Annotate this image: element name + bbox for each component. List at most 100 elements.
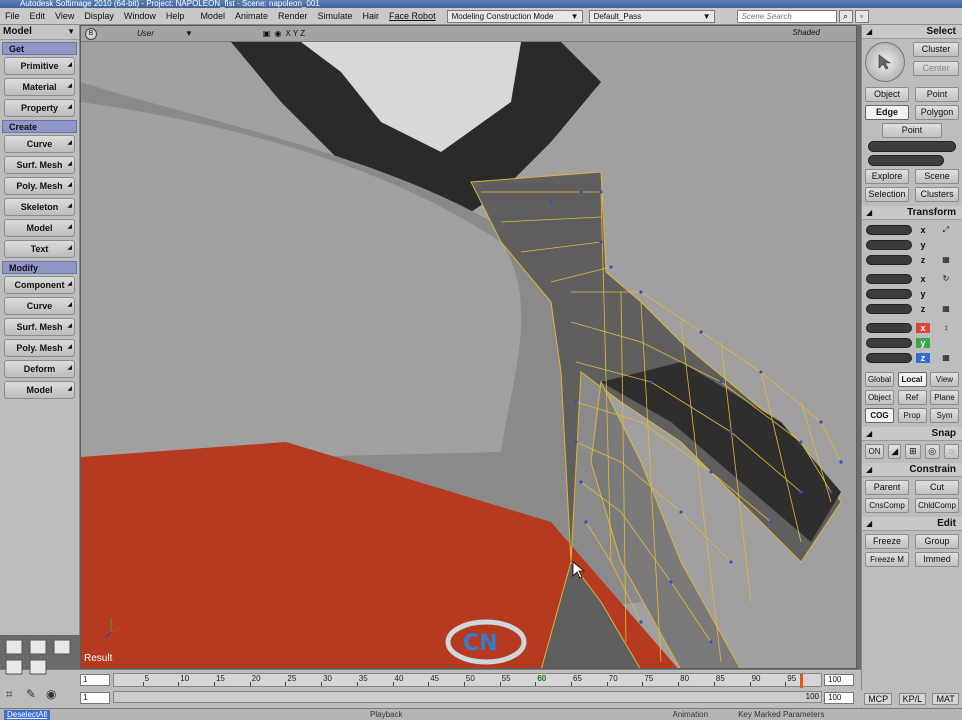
section-create[interactable]: Create [2,120,77,133]
menu-face-robot[interactable]: Face Robot [384,11,441,21]
cog-button[interactable]: COG [865,408,894,423]
create-curve-button[interactable]: Curve ◢ [4,135,75,153]
scale-z-field[interactable] [866,254,912,265]
rotate-x-field[interactable] [866,273,912,284]
selection-button[interactable]: Selection [865,187,909,202]
timeline-start-field[interactable]: 1 [80,674,110,686]
create-surf-mesh-button[interactable]: Surf. Mesh ◢ [4,156,75,174]
axis-z-label[interactable]: z [916,352,930,363]
snap-panel-header[interactable]: ◢ Snap [862,427,962,441]
scale-icon[interactable]: ⤢ [940,225,952,235]
eye-icon[interactable]: ◉ [274,29,281,38]
prop-button[interactable]: Prop [897,408,927,423]
hierarchy-icon[interactable]: ⌗ [6,687,13,701]
search-options-icon[interactable]: ▫ [854,9,869,23]
create-text-button[interactable]: Text ◢ [4,240,75,258]
create-skeleton-button[interactable]: Skeleton ◢ [4,198,75,216]
menu-display[interactable]: Display [79,11,119,21]
timeline-range-end-field[interactable]: 100 [824,692,854,704]
transform-panel-header[interactable]: ◢ Transform [862,206,962,220]
search-icon[interactable]: ⌕ [838,9,853,23]
playhead[interactable] [799,674,803,688]
primitive-button[interactable]: Primitive ◢ [4,57,75,75]
selection-text-field[interactable] [868,141,956,152]
pass-dropdown[interactable]: Default_Pass ▼ [588,9,715,23]
timeline-end-field[interactable]: 100 [824,674,854,686]
translate-y-field[interactable] [866,337,912,348]
timeline-range-start-field[interactable]: 1 [80,692,110,704]
pencil-icon[interactable]: ✎ [26,687,36,701]
object-select-button[interactable]: Object [865,87,909,102]
layout-quad-icon[interactable] [5,639,23,655]
center-button[interactable]: Center [913,61,959,76]
range-slider[interactable]: 100 [113,691,822,703]
global-button[interactable]: Global [865,372,894,387]
shading-mode-menu[interactable]: Shaded [792,28,820,37]
edit-panel-header[interactable]: ◢ Edit [862,517,962,531]
axis-z-label[interactable]: z [916,255,930,265]
tab-mcp[interactable]: MCP [864,692,893,705]
point-select-button[interactable]: Point [915,87,959,102]
deselect-all-command[interactable]: DeselectAll [4,709,51,720]
snap-curve-icon[interactable]: ◌ [943,444,959,459]
layout-vertical-icon[interactable] [5,659,23,675]
cut-button[interactable]: Cut [915,480,959,495]
snap-on-button[interactable]: ON [865,444,884,459]
axes-label[interactable]: X Y Z [285,29,305,38]
snap-point-icon[interactable]: ◎ [924,444,940,459]
timeline-ruler[interactable]: 5 10 15 20 25 30 35 40 45 50 55 60 65 70 75 80 85 90 95 60 [113,673,822,688]
construction-mode-dropdown[interactable]: Modeling Construction Mode ▼ [446,9,583,23]
key-marked-parameters-label[interactable]: Key Marked Parameters [738,710,824,719]
menu-animate[interactable]: Animate [230,11,273,21]
view-button[interactable]: View [930,372,959,387]
axis-y-label[interactable]: y [916,240,930,250]
menu-edit[interactable]: Edit [25,11,51,21]
scale-y-field[interactable] [866,239,912,250]
translate-z-field[interactable] [866,352,912,363]
constrain-panel-header[interactable]: ◢ Constrain [862,463,962,477]
edge-select-button[interactable]: Edge [865,105,909,120]
tab-mat[interactable]: MAT [932,692,959,705]
viewport-scene[interactable] [81,42,857,669]
axis-x-label[interactable]: x [916,225,930,235]
plane-button[interactable]: Plane [930,390,959,405]
ref-button[interactable]: Ref [897,390,927,405]
snap-grid-icon[interactable]: ⊞ [905,444,921,459]
chevron-down-icon[interactable]: ▼ [185,29,193,38]
point-select-button-2[interactable]: Point [882,123,942,138]
tab-kpl[interactable]: KP/L [898,692,927,705]
translate-icon[interactable]: ↕ [940,323,952,333]
cluster-button[interactable]: Cluster [913,42,959,57]
rotate-z-field[interactable] [866,303,912,314]
select-panel-header[interactable]: ◢ Select [862,25,962,39]
camera-menu[interactable]: User [137,29,185,38]
group-button[interactable]: Group [915,534,959,549]
modify-model-button[interactable]: Model ◢ [4,381,75,399]
camera-icon[interactable]: ▣ [263,29,271,38]
modify-curve-button[interactable]: Curve ◢ [4,297,75,315]
animation-menu[interactable]: Animation [672,710,708,719]
scene-search-input[interactable]: Scene Search [736,9,837,23]
snap-options-icon[interactable]: ◢ [888,444,902,459]
axis-y-label[interactable]: y [916,289,930,299]
menu-file[interactable]: File [0,11,25,21]
playback-menu[interactable]: Playback [370,710,402,719]
grid-icon[interactable]: ▦ [940,304,952,314]
modify-component-button[interactable]: Component ◢ [4,276,75,294]
section-modify[interactable]: Modify [2,261,77,274]
modify-deform-button[interactable]: Deform ◢ [4,360,75,378]
rotate-icon[interactable]: ↻ [940,274,952,284]
modify-poly-mesh-button[interactable]: Poly. Mesh ◢ [4,339,75,357]
property-button[interactable]: Property ◢ [4,99,75,117]
polygon-select-button[interactable]: Polygon [915,105,959,120]
select-arrow-icon[interactable] [865,42,905,82]
selection-filter-field[interactable] [868,155,944,166]
rotate-y-field[interactable] [866,288,912,299]
chldcomp-button[interactable]: ChldComp [915,498,959,513]
cnscomp-button[interactable]: CnsComp [865,498,909,513]
object-ref-button[interactable]: Object [865,390,894,405]
menu-simulate[interactable]: Simulate [313,11,358,21]
layout-horizontal-icon[interactable] [29,659,47,675]
immed-button[interactable]: Immed [915,552,959,567]
render-icon[interactable]: ◉ [46,687,56,701]
